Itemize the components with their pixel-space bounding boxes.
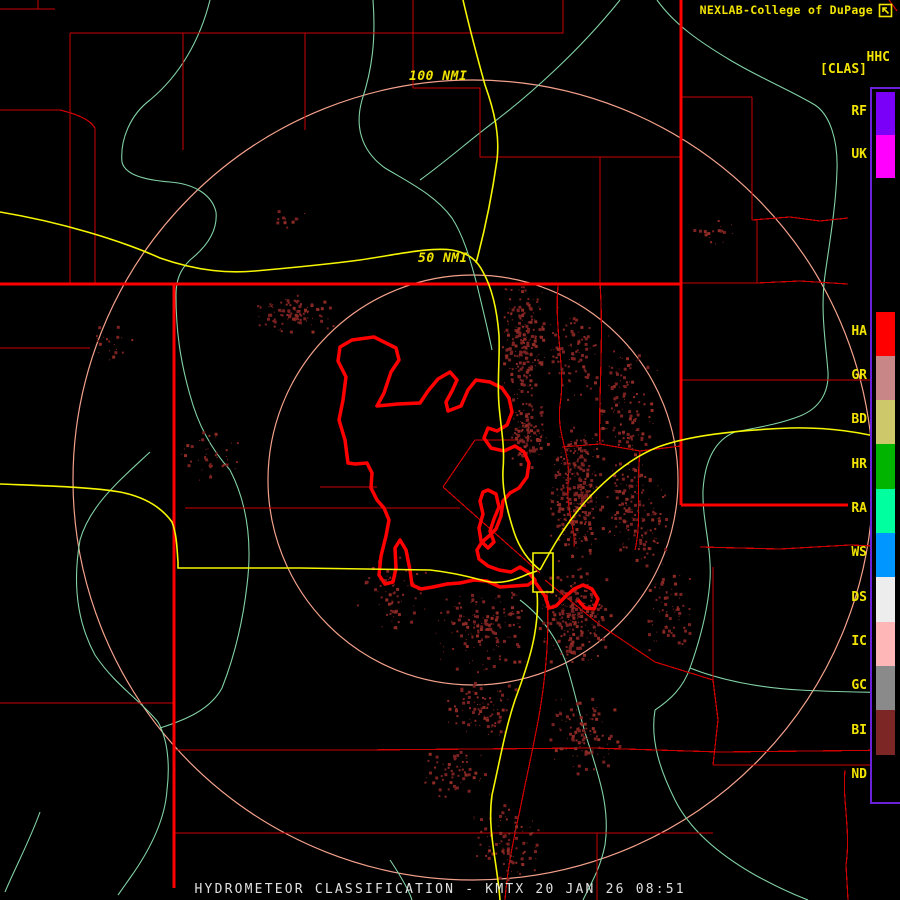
legend-swatch-ic xyxy=(876,622,895,666)
legend-label-nd: ND xyxy=(851,767,867,782)
legend-swatch-bi xyxy=(876,710,895,755)
radar-echoes xyxy=(95,210,734,882)
legend-swatch-ra xyxy=(876,489,895,533)
legend-swatch-gc xyxy=(876,666,895,710)
legend-label-rf: RF xyxy=(851,103,867,119)
legend-label-bi: BI xyxy=(851,722,867,738)
legend-label-ws: WS xyxy=(851,545,867,560)
legend-bar xyxy=(870,87,900,804)
legend-label-ic: IC xyxy=(851,634,867,649)
legend-label-hr: HR xyxy=(851,456,867,472)
radar-screen: NEXLAB-College of DuPage HHC [CLAS] RF UK… xyxy=(0,0,900,900)
radar-map xyxy=(0,0,900,900)
legend-label-ra: RA xyxy=(851,501,867,516)
legend-swatch-ws xyxy=(876,533,895,577)
legend-label-bd: BD xyxy=(851,412,867,427)
legend-swatch-uk xyxy=(876,135,895,178)
legend-swatch-nd xyxy=(876,755,895,799)
legend-label-gr: GR xyxy=(851,368,867,383)
legend-swatch-hr xyxy=(876,444,895,489)
legend-swatch-ha xyxy=(876,312,895,356)
legend-label-gc: GC xyxy=(851,678,867,693)
legend-label-uk: UK xyxy=(851,146,867,162)
legend-swatch-spacer xyxy=(876,178,895,312)
legend-swatch-ds xyxy=(876,577,895,622)
legend-swatch-bd xyxy=(876,400,895,444)
legend-label-ds: DS xyxy=(851,589,867,605)
legend-swatch-gr xyxy=(876,356,895,400)
page-arrow-icon[interactable] xyxy=(878,3,893,18)
legend-swatch-rf xyxy=(876,92,895,135)
state-borders xyxy=(0,0,848,888)
range-ring-100nmi xyxy=(72,79,874,881)
range-rings xyxy=(72,79,874,881)
legend-label-ha: HA xyxy=(851,324,867,339)
